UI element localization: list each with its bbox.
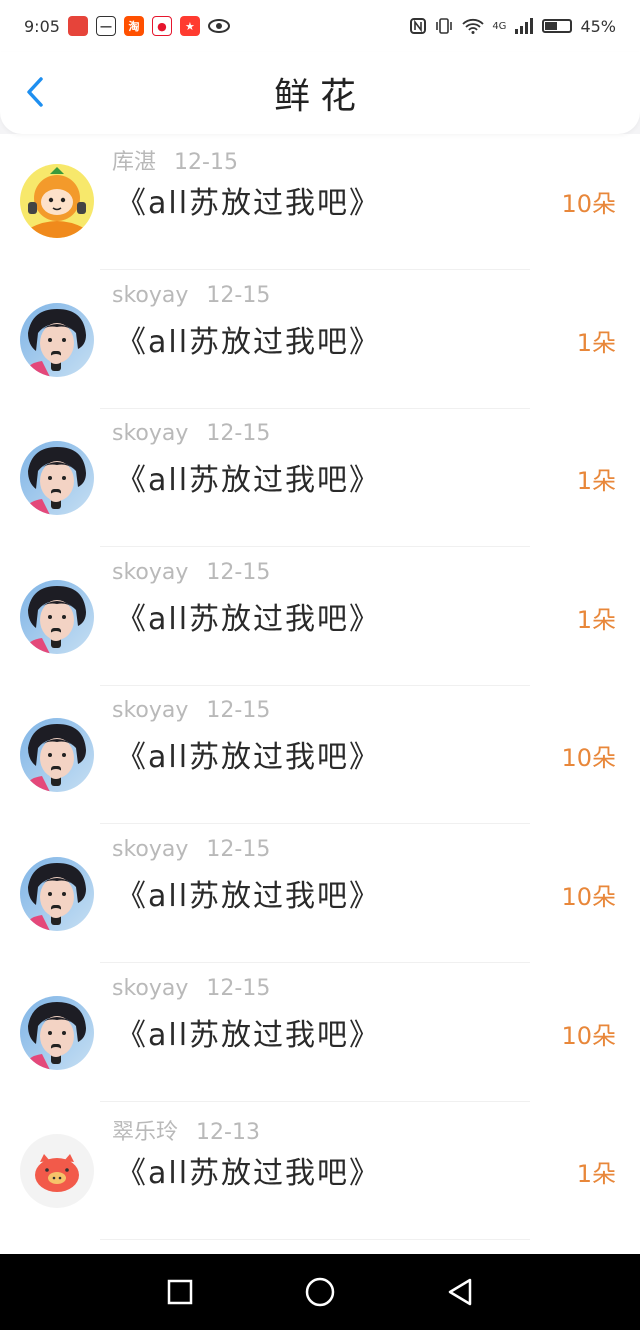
list-item[interactable]: 翠乐玲 12-13 《all苏放过我吧》 1朵	[0, 1102, 640, 1241]
battery-fill	[545, 22, 558, 30]
flower-count: 10朵	[561, 190, 616, 218]
nfc-icon	[410, 18, 427, 34]
pig-avatar[interactable]	[20, 1134, 94, 1209]
item-meta: 翠乐玲 12-13	[112, 1114, 260, 1146]
page-title: 鲜花	[273, 76, 366, 117]
book-title[interactable]: 《all苏放过我吧》	[116, 732, 381, 776]
item-date: 12-13	[196, 1120, 260, 1146]
photo-avatar[interactable]	[20, 302, 94, 377]
network-type: 4G	[492, 20, 507, 32]
photo-avatar[interactable]	[20, 995, 94, 1070]
list-item[interactable]: skoyay 12-15 《all苏放过我吧》 10朵	[0, 686, 640, 825]
weibo-icon: ●	[151, 16, 172, 36]
header: 鲜花	[0, 52, 640, 134]
flower-count: 1朵	[576, 1160, 616, 1189]
battery-icon	[542, 19, 573, 33]
taobao-icon: 淘	[123, 16, 144, 36]
list-item[interactable]: skoyay 12-15 《all苏放过我吧》 1朵	[0, 547, 640, 686]
item-meta: skoyay 12-15	[112, 560, 270, 585]
flower-count: 1朵	[576, 328, 616, 357]
list-item[interactable]: 12-13	[0, 1240, 640, 1254]
orange-avatar[interactable]	[20, 164, 94, 238]
vibrate-icon	[436, 18, 453, 34]
item-date: 12-15	[206, 837, 271, 862]
list-item[interactable]: skoyay 12-15 《all苏放过我吧》 10朵	[0, 963, 640, 1102]
username[interactable]: 库湛	[112, 150, 156, 175]
triangle-back-icon	[448, 1278, 472, 1306]
username[interactable]: skoyay	[112, 837, 188, 862]
username[interactable]: skoyay	[112, 698, 188, 723]
clock: 9:05	[24, 16, 60, 36]
square-icon	[167, 1279, 193, 1305]
chat-icon: ―	[95, 16, 116, 36]
app-icon	[67, 16, 88, 36]
book-title[interactable]: 《all苏放过我吧》	[116, 594, 381, 638]
flower-count: 10朵	[561, 883, 616, 911]
flower-count: 10朵	[561, 744, 616, 773]
list-item[interactable]: skoyay 12-15 《all苏放过我吧》 1朵	[0, 270, 640, 409]
book-title[interactable]: 《all苏放过我吧》	[116, 178, 381, 222]
system-nav-bar	[0, 1254, 640, 1330]
eye-icon	[207, 19, 230, 33]
flower-count: 1朵	[576, 605, 616, 634]
book-title[interactable]: 《all苏放过我吧》	[116, 317, 381, 361]
recents-button[interactable]	[160, 1272, 200, 1312]
chevron-left-icon	[27, 77, 43, 107]
status-right: 4G 45%	[410, 17, 616, 36]
photo-avatar[interactable]	[20, 441, 94, 516]
item-meta: skoyay 12-15	[112, 837, 270, 862]
game-icon: ★	[179, 16, 200, 36]
item-date: 12-15	[206, 698, 271, 724]
username[interactable]: skoyay	[112, 560, 188, 585]
username[interactable]: skoyay	[112, 283, 188, 308]
book-title[interactable]: 《all苏放过我吧》	[116, 1148, 381, 1192]
list-item[interactable]: skoyay 12-15 《all苏放过我吧》 1朵	[0, 409, 640, 548]
photo-avatar[interactable]	[20, 579, 94, 654]
photo-avatar[interactable]	[20, 718, 94, 793]
item-date: 12-15	[206, 559, 271, 585]
book-title[interactable]: 《all苏放过我吧》	[116, 871, 381, 915]
item-date: 12-15	[206, 282, 271, 308]
home-button[interactable]	[300, 1272, 340, 1312]
list-item[interactable]: 库湛 12-15 《all苏放过我吧》 10朵	[0, 134, 640, 270]
list-item[interactable]: skoyay 12-15 《all苏放过我吧》 10朵	[0, 825, 640, 963]
item-meta: skoyay 12-15	[112, 976, 270, 1001]
circle-icon	[305, 1277, 335, 1307]
item-meta: 库湛 12-15	[112, 144, 238, 176]
item-meta: skoyay 12-15	[112, 421, 270, 446]
flower-count: 1朵	[576, 467, 616, 496]
photo-avatar[interactable]	[20, 857, 94, 931]
item-meta: skoyay 12-15	[112, 283, 270, 308]
item-date: 12-15	[174, 150, 238, 175]
flower-count: 10朵	[561, 1021, 616, 1050]
book-title[interactable]: 《all苏放过我吧》	[116, 455, 381, 499]
wifi-icon	[462, 18, 484, 34]
item-date: 12-15	[206, 421, 271, 447]
flower-list[interactable]: 库湛 12-15 《all苏放过我吧》 10朵 skoyay 12-15 《all苏放过我吧…	[0, 134, 640, 1254]
status-left: 9:05 ― 淘 ● ★	[24, 16, 230, 36]
back-nav-button[interactable]	[440, 1272, 480, 1312]
battery-percent: 45%	[580, 16, 616, 36]
username[interactable]: skoyay	[112, 421, 188, 446]
item-meta: skoyay 12-15	[112, 698, 270, 723]
username[interactable]: 翠乐玲	[112, 1120, 178, 1145]
username[interactable]: skoyay	[112, 976, 188, 1001]
back-button[interactable]	[18, 74, 52, 110]
status-bar: 9:05 ― 淘 ● ★ 4G 45%	[0, 0, 640, 52]
item-date: 12-15	[206, 975, 271, 1001]
book-title[interactable]: 《all苏放过我吧》	[116, 1010, 381, 1054]
signal-icon	[515, 18, 534, 34]
